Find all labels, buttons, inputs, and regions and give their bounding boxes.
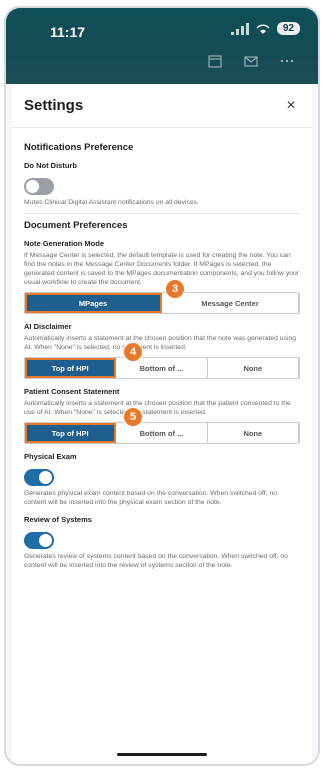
- sheet-header: Settings ×: [12, 84, 312, 128]
- note-mode-option-mpages[interactable]: MPages: [25, 293, 162, 313]
- dnd-toggle[interactable]: [24, 178, 54, 195]
- note-mode-label: Note Generation Mode: [24, 239, 105, 248]
- patient-consent-label: Patient Consent Statement: [24, 387, 120, 396]
- app-header: 11:17 92: [6, 8, 318, 84]
- status-time: 11:17: [50, 24, 86, 40]
- mail-icon[interactable]: [244, 54, 258, 68]
- callout-badge: 5: [123, 407, 143, 427]
- review-systems-toggle[interactable]: [24, 532, 54, 549]
- section-notifications: Notifications Preference: [24, 142, 134, 153]
- status-icons: 92: [230, 22, 300, 35]
- dnd-label: Do Not Disturb: [24, 161, 77, 170]
- ai-disclaimer-selector: Top of HPI Bottom of ... None 4: [24, 342, 300, 379]
- battery-indicator: 92: [276, 22, 300, 35]
- ai-disclaimer-option-top[interactable]: Top of HPI: [25, 358, 117, 378]
- callout-badge: 4: [123, 342, 143, 362]
- close-button[interactable]: ×: [282, 97, 300, 115]
- patient-consent-description: Automatically inserts a statement at the…: [24, 400, 291, 416]
- ai-disclaimer-option-none[interactable]: None: [208, 358, 299, 378]
- settings-sheet: Settings × Notifications Preference Do N…: [12, 84, 312, 764]
- note-mode-option-message-center[interactable]: Message Center: [162, 293, 299, 313]
- note-mode-selector: MPages Message Center 3: [24, 279, 300, 314]
- more-icon[interactable]: [280, 54, 294, 68]
- physical-exam-toggle[interactable]: [24, 469, 54, 486]
- section-documents: Document Preferences: [24, 220, 128, 231]
- ai-disclaimer-label: AI Disclaimer: [24, 322, 72, 331]
- calendar-icon[interactable]: [208, 54, 222, 68]
- signal-icon: [230, 22, 249, 35]
- patient-consent-selector: Top of HPI Bottom of ... None 5: [24, 407, 300, 444]
- dnd-description: Mutes Clinical Digital Assistant notific…: [24, 199, 199, 206]
- wifi-icon: [256, 24, 270, 34]
- header-toolbar: [208, 54, 294, 68]
- physical-exam-label: Physical Exam: [24, 452, 77, 461]
- review-systems-label: Review of Systems: [24, 515, 92, 524]
- ai-disclaimer-description: Automatically inserts a statement at the…: [24, 335, 297, 351]
- physical-exam-description: Generates physical exam content based on…: [24, 490, 278, 506]
- callout-badge: 3: [165, 279, 185, 299]
- home-indicator: [117, 753, 207, 756]
- page-title: Settings: [24, 97, 84, 114]
- phone-frame: 11:17 92 Settings × Notifications Prefer…: [4, 6, 320, 766]
- patient-consent-option-top[interactable]: Top of HPI: [25, 423, 117, 443]
- patient-consent-option-none[interactable]: None: [208, 423, 299, 443]
- review-systems-description: Generates review of systems content base…: [24, 553, 288, 569]
- divider: [24, 213, 300, 214]
- note-mode-description: If Message Center is selected, the defau…: [24, 252, 300, 286]
- settings-content: Notifications Preference Do Not Disturb …: [12, 128, 312, 570]
